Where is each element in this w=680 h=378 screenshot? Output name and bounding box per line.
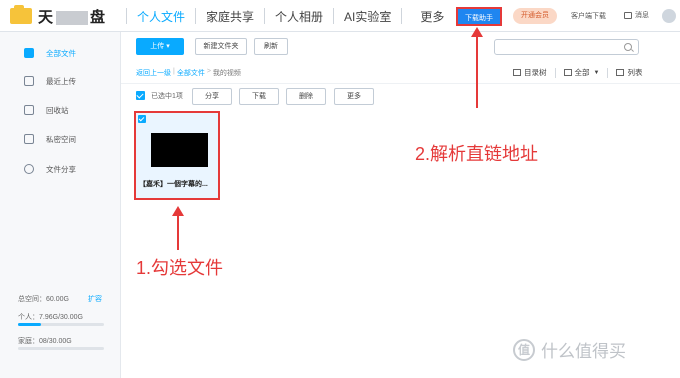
personal-quota-fill xyxy=(18,323,42,326)
client-download-link[interactable]: 客户端下载 xyxy=(571,11,606,21)
family-quota-text: 家庭：08/30.00G xyxy=(18,338,72,345)
divider xyxy=(121,83,680,84)
sidebar-item-label: 文件分享 xyxy=(46,164,76,174)
nav-more[interactable]: 更多 xyxy=(416,8,448,25)
messages-link[interactable]: 消息 xyxy=(624,10,649,20)
select-all-checkbox[interactable] xyxy=(136,91,145,100)
download-button[interactable]: 下载 xyxy=(239,88,279,105)
watermark-logo-icon: 值 xyxy=(513,338,535,361)
annotation-arrow-2 xyxy=(471,27,483,37)
view-tools: 目录树 全部 ▼ 列表 xyxy=(513,67,642,78)
message-icon xyxy=(624,11,632,19)
sidebar-item-private-space[interactable]: 私密空间 xyxy=(24,132,76,146)
breadcrumb: 返回上一级 | 全部文件 > 我的视频 xyxy=(136,68,241,78)
caret-down-icon[interactable]: ▼ xyxy=(594,70,600,76)
cloud-folder-icon xyxy=(10,5,32,24)
watermark-text: 什么值得买 xyxy=(541,342,626,361)
annotation-line-1 xyxy=(177,214,179,250)
nav-divider xyxy=(126,8,127,24)
logo-text: 天盘 xyxy=(38,8,107,26)
total-space-text: 总空间：60.00G xyxy=(18,296,69,303)
download-helper-button[interactable]: 下载助手 xyxy=(456,7,502,26)
nav-divider xyxy=(264,8,266,24)
nav-divider xyxy=(333,8,335,24)
sidebar-item-label: 私密空间 xyxy=(46,134,76,144)
breadcrumb-current: 我的视频 xyxy=(212,70,241,77)
annotation-step-2: 2.解析直链地址 xyxy=(415,144,539,164)
sidebar-item-recent-uploads[interactable]: 最近上传 xyxy=(24,74,76,88)
list-icon xyxy=(616,69,625,76)
upload-button[interactable]: 上传 ▾ xyxy=(136,38,184,55)
sidebar-item-label: 回收站 xyxy=(46,105,69,115)
new-folder-button[interactable]: 新建文件夹 xyxy=(195,38,247,55)
personal-quota-bar xyxy=(18,323,104,326)
trash-icon xyxy=(24,105,34,115)
sidebar: 全部文件 最近上传 回收站 私密空间 文件分享 总空间：60.00G 扩容 个人… xyxy=(0,32,121,378)
messages-label: 消息 xyxy=(635,12,649,19)
logo-redaction xyxy=(56,10,89,25)
share-button[interactable]: 分享 xyxy=(192,88,232,105)
folder-icon xyxy=(563,69,572,76)
open-vip-button[interactable]: 开通会员 xyxy=(513,8,557,24)
annotation-step-1: 1.勾选文件 xyxy=(136,258,224,278)
directory-tree-button[interactable]: 目录树 xyxy=(524,67,547,78)
main-content: 上传 ▾ 新建文件夹 刷新 返回上一级 | 全部文件 > 我的视频 目录树 全部… xyxy=(121,32,680,378)
list-view-button[interactable]: 列表 xyxy=(627,67,642,78)
file-icon xyxy=(24,48,34,58)
sidebar-item-label: 最近上传 xyxy=(46,76,76,86)
file-checkbox[interactable] xyxy=(138,115,146,123)
app-logo[interactable]: 天盘 xyxy=(10,5,107,26)
search-input[interactable] xyxy=(494,39,639,55)
upload-label: 上传 xyxy=(150,43,165,50)
annotation-line-2 xyxy=(476,35,478,108)
expand-storage-link[interactable]: 扩容 xyxy=(88,294,102,304)
nav-personal-files[interactable]: 个人文件 xyxy=(133,8,189,25)
sidebar-item-recycle-bin[interactable]: 回收站 xyxy=(24,103,69,117)
sidebar-item-file-share[interactable]: 文件分享 xyxy=(24,162,76,176)
watermark: 值 什么值得买 xyxy=(513,337,626,362)
tree-icon xyxy=(513,69,521,76)
breadcrumb-separator: > xyxy=(206,68,211,75)
family-quota-bar xyxy=(18,347,104,350)
share-icon xyxy=(24,164,34,174)
personal-quota-text: 个人：7.96G/30.00G xyxy=(18,314,83,321)
breadcrumb-separator: | xyxy=(173,68,175,75)
avatar[interactable] xyxy=(662,9,676,23)
lock-icon xyxy=(24,134,34,144)
clock-icon xyxy=(24,76,34,86)
main-nav: 个人文件 家庭共享 个人相册 AI实验室 更多 xyxy=(120,0,448,32)
toolbar-divider xyxy=(554,67,556,78)
refresh-button[interactable]: 刷新 xyxy=(254,38,288,55)
toolbar-divider xyxy=(607,67,609,78)
search-icon[interactable] xyxy=(624,43,632,51)
sidebar-item-label: 全部文件 xyxy=(46,48,76,58)
filter-dropdown[interactable]: 全部 xyxy=(575,67,590,78)
chevron-down-icon: ▾ xyxy=(166,43,170,50)
nav-divider xyxy=(401,8,403,24)
nav-divider xyxy=(195,8,197,24)
breadcrumb-all-files[interactable]: 全部文件 xyxy=(177,68,205,78)
video-thumbnail[interactable] xyxy=(151,133,208,167)
file-name[interactable]: 【嘉禾】一個字幕的... xyxy=(139,179,217,189)
selection-count: 已选中1项 xyxy=(151,93,183,100)
nav-personal-album[interactable]: 个人相册 xyxy=(271,8,327,25)
sidebar-item-all-files[interactable]: 全部文件 xyxy=(24,46,76,60)
annotation-arrow-1 xyxy=(172,206,184,216)
more-button[interactable]: 更多 xyxy=(334,88,374,105)
breadcrumb-back[interactable]: 返回上一级 xyxy=(136,68,171,78)
delete-button[interactable]: 删除 xyxy=(286,88,326,105)
nav-ai-lab[interactable]: AI实验室 xyxy=(340,8,395,25)
nav-family-share[interactable]: 家庭共享 xyxy=(202,8,258,25)
file-card[interactable]: 【嘉禾】一個字幕的... xyxy=(134,111,220,200)
top-bar: 天盘 个人文件 家庭共享 个人相册 AI实验室 更多 下载助手 开通会员 客户端… xyxy=(0,0,680,32)
